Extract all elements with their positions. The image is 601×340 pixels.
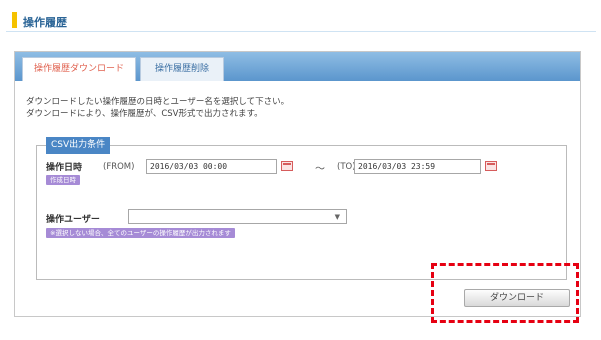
description: ダウンロードしたい操作履歴の日時とユーザー名を選択して下さい。 ダウンロードによ…: [26, 96, 289, 120]
date-required-badge: 作成日時: [46, 175, 80, 185]
from-date-input[interactable]: 2016/03/03 00:00: [146, 159, 277, 174]
to-label: (TO): [337, 162, 356, 172]
date-label: 操作日時: [46, 163, 83, 173]
range-tilde: ～: [315, 164, 325, 175]
tab-strip: 操作履歴ダウンロード 操作履歴削除: [15, 52, 580, 81]
description-line-2: ダウンロードにより、操作履歴が、CSV形式で出力されます。: [26, 109, 263, 119]
title-accent-bar: [12, 12, 17, 28]
tab-history-delete[interactable]: 操作履歴削除: [140, 57, 224, 81]
description-line-1: ダウンロードしたい操作履歴の日時とユーザー名を選択して下さい。: [26, 97, 290, 107]
tab-history-download[interactable]: 操作履歴ダウンロード: [22, 57, 136, 81]
download-highlight-box: [431, 263, 579, 323]
user-select[interactable]: ▼: [128, 209, 347, 224]
calendar-icon[interactable]: [485, 161, 497, 171]
calendar-icon[interactable]: [281, 161, 293, 171]
user-note-badge: ※選択しない場合、全てのユーザーの操作履歴が出力されます: [46, 228, 235, 238]
to-date-input[interactable]: 2016/03/03 23:59: [354, 159, 481, 174]
csv-conditions-legend: CSV出力条件: [46, 137, 111, 154]
chevron-down-icon: ▼: [334, 213, 340, 221]
page-title: 操作履歴: [23, 16, 67, 29]
from-label: (FROM): [103, 162, 135, 172]
user-label: 操作ユーザー: [46, 215, 100, 225]
csv-conditions-fieldset: CSV出力条件 操作日時 作成日時 (FROM) 2016/03/03 00:0…: [36, 137, 567, 280]
page-header: 操作履歴: [6, 8, 596, 32]
